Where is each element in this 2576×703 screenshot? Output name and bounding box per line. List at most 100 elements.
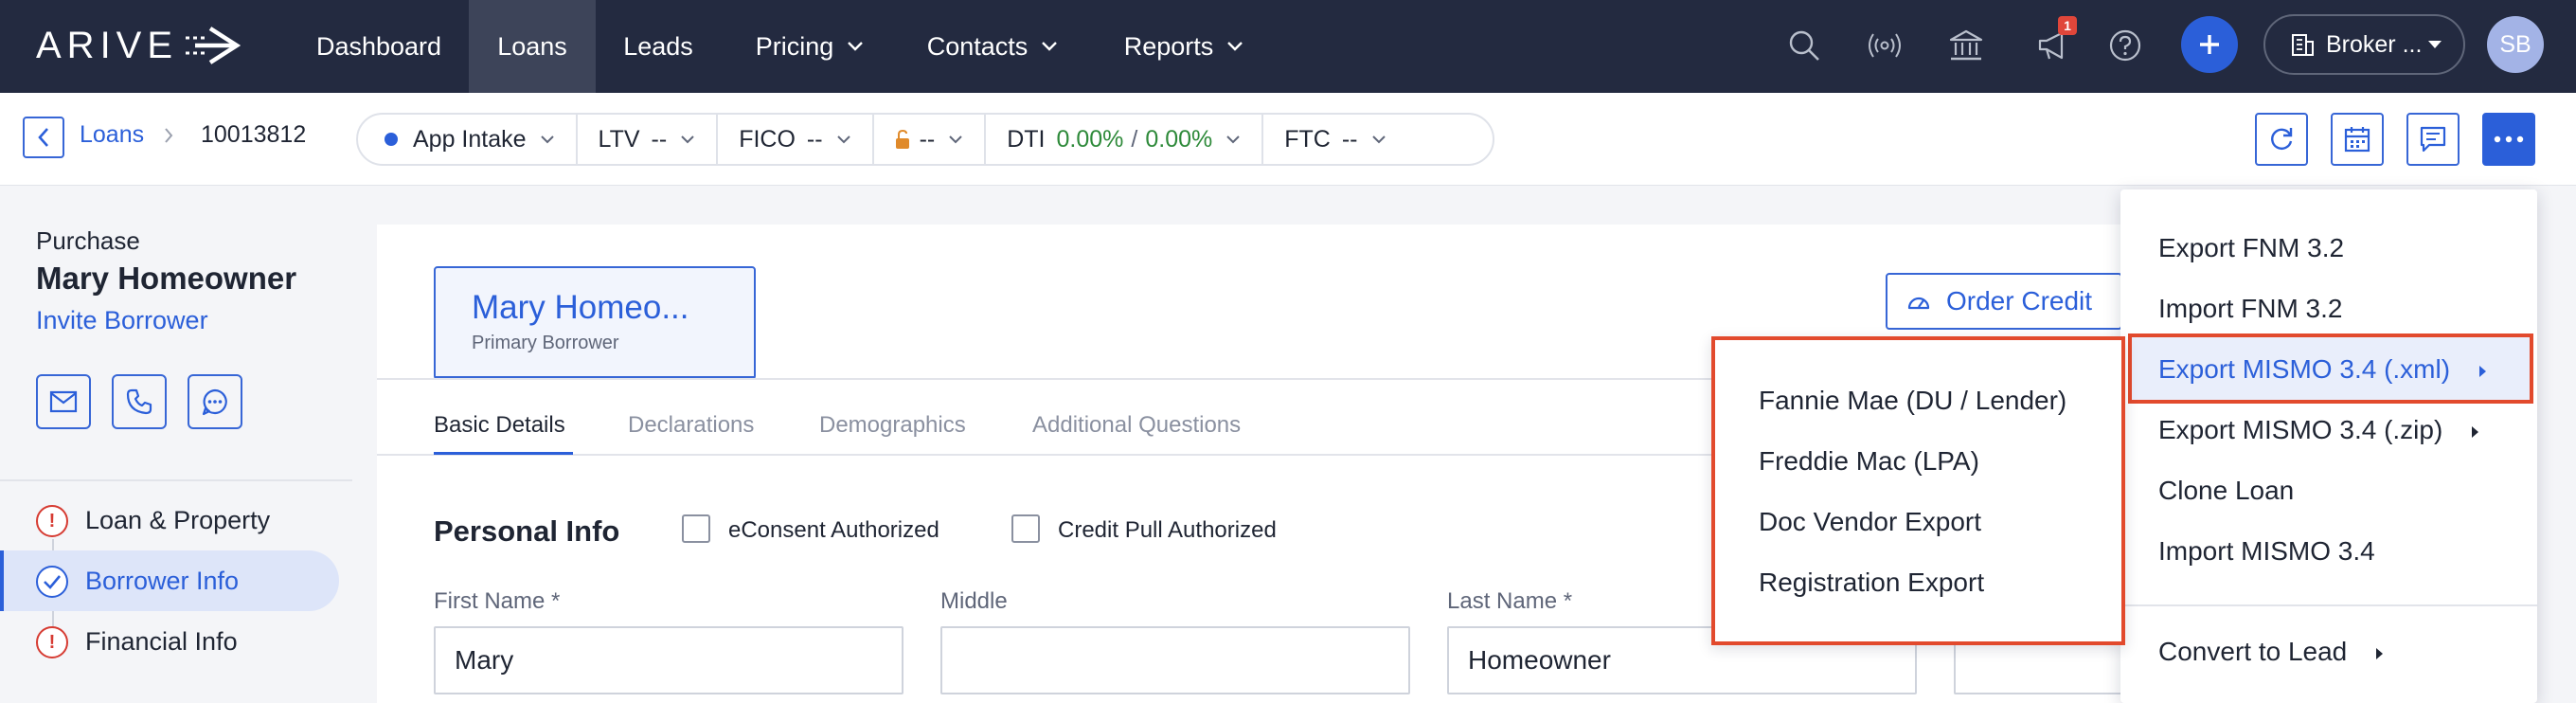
- nav-reports[interactable]: Reports: [1103, 0, 1264, 93]
- logo-text: ARIVE: [36, 24, 179, 66]
- more-actions-button[interactable]: [2482, 113, 2535, 166]
- comments-button[interactable]: [2406, 113, 2460, 166]
- chevron-left-icon: [38, 128, 48, 147]
- dti-separator: /: [1131, 125, 1138, 153]
- sidebar-item-label: Borrower Info: [85, 567, 240, 595]
- ltv-value: --: [651, 125, 668, 153]
- nav-pricing[interactable]: Pricing: [734, 0, 886, 93]
- calendar-icon: [2344, 127, 2370, 153]
- ftc-label: FTC: [1284, 125, 1331, 153]
- tab-demographics[interactable]: Demographics: [819, 412, 966, 439]
- chevron-down-icon: [1226, 135, 1240, 144]
- first-name-field[interactable]: Mary: [434, 626, 903, 694]
- chevron-down-icon: [540, 135, 554, 144]
- nav-dashboard[interactable]: Dashboard: [294, 0, 464, 93]
- nav-leads-label: Leads: [623, 31, 693, 61]
- nav-dashboard-label: Dashboard: [315, 31, 442, 61]
- borrower-card[interactable]: Mary Homeo... Primary Borrower: [434, 266, 756, 380]
- menu-item-import-fnm[interactable]: Import FNM 3.2: [2158, 294, 2342, 324]
- caret-right-icon: [2478, 365, 2486, 377]
- breadcrumb-loans[interactable]: Loans: [80, 121, 144, 149]
- broadcast-icon[interactable]: [1866, 27, 1904, 64]
- export-mismo-submenu: Fannie Mae (DU / Lender) Freddie Mac (LP…: [1711, 336, 2125, 645]
- broker-selector[interactable]: Broker ...: [2263, 14, 2465, 75]
- dti-pill[interactable]: DTI 0.00% / 0.00%: [986, 115, 1264, 164]
- menu-item-export-mismo-zip[interactable]: Export MISMO 3.4 (.zip): [2158, 415, 2479, 445]
- rate-lock-pill[interactable]: --: [874, 115, 987, 164]
- loan-purpose: Purchase: [36, 226, 140, 255]
- menu-item-label: Export MISMO 3.4 (.xml): [2158, 354, 2451, 384]
- calendar-button[interactable]: [2331, 113, 2384, 166]
- last-name-label: Last Name *: [1447, 588, 1573, 614]
- submenu-item-doc-vendor[interactable]: Doc Vendor Export: [1759, 507, 1981, 537]
- refresh-button[interactable]: [2255, 113, 2308, 166]
- tab-declarations[interactable]: Declarations: [628, 412, 754, 439]
- chat-button[interactable]: [188, 374, 242, 429]
- first-name-label: First Name *: [434, 588, 561, 614]
- credit-pull-checkbox[interactable]: [1011, 514, 1040, 543]
- menu-item-label: Export MISMO 3.4 (.zip): [2158, 415, 2443, 444]
- invite-borrower-link[interactable]: Invite Borrower: [36, 306, 208, 335]
- status-dot: [385, 133, 398, 146]
- unlocked-lock-icon: [895, 129, 909, 149]
- more-horizontal-icon: [2494, 135, 2524, 143]
- borrower-card-name: Mary Homeo...: [472, 289, 689, 326]
- comment-icon: [2420, 126, 2446, 153]
- call-button[interactable]: [112, 374, 167, 429]
- sidebar-item-label: Financial Info: [85, 627, 238, 656]
- submenu-item-fannie-mae[interactable]: Fannie Mae (DU / Lender): [1759, 386, 2066, 416]
- caret-down-icon: [2428, 41, 2442, 48]
- submenu-item-freddie-mac[interactable]: Freddie Mac (LPA): [1759, 446, 1979, 477]
- order-credit-button[interactable]: Order Credit: [1886, 273, 2122, 330]
- menu-divider: [2120, 604, 2537, 606]
- phone-icon: [126, 388, 152, 415]
- menu-item-export-fnm[interactable]: Export FNM 3.2: [2158, 233, 2344, 263]
- sidebar-item-borrower-info[interactable]: Borrower Info: [0, 550, 339, 611]
- building-icon: [2292, 34, 2314, 56]
- submenu-item-registration[interactable]: Registration Export: [1759, 568, 1984, 598]
- loan-subheader: Loans 10013812 App Intake LTV -- FICO --…: [0, 93, 2576, 186]
- email-button[interactable]: [36, 374, 91, 429]
- section-title: Personal Info: [434, 514, 620, 548]
- econsent-checkbox[interactable]: [682, 514, 710, 543]
- help-icon[interactable]: [2106, 27, 2144, 64]
- nav-loans[interactable]: Loans: [469, 0, 596, 93]
- create-new-button[interactable]: [2181, 16, 2238, 73]
- ltv-label: LTV: [598, 125, 640, 153]
- menu-item-import-mismo[interactable]: Import MISMO 3.4: [2158, 536, 2375, 567]
- middle-name-label: Middle: [940, 588, 1008, 614]
- dti-front-value: 0.00%: [1056, 125, 1124, 153]
- ftc-value: --: [1341, 125, 1358, 153]
- bank-icon[interactable]: [1947, 27, 1985, 64]
- menu-item-convert-to-lead[interactable]: Convert to Lead: [2158, 637, 2384, 667]
- ltv-pill[interactable]: LTV --: [578, 115, 719, 164]
- chevron-down-icon: [949, 135, 962, 144]
- menu-item-clone-loan[interactable]: Clone Loan: [2158, 476, 2294, 506]
- caret-right-icon: [2472, 425, 2479, 438]
- arive-logo[interactable]: ARIVE: [36, 23, 242, 68]
- search-icon[interactable]: [1785, 27, 1823, 64]
- order-credit-label: Order Credit: [1946, 286, 2093, 315]
- active-tab-indicator: [434, 452, 573, 455]
- check-circle-icon: [36, 566, 68, 598]
- econsent-label: eConsent Authorized: [728, 517, 939, 543]
- ftc-pill[interactable]: FTC --: [1263, 115, 1406, 164]
- nav-leads[interactable]: Leads: [606, 0, 710, 93]
- menu-item-export-mismo-xml[interactable]: Export MISMO 3.4 (.xml): [2158, 354, 2487, 385]
- middle-name-field[interactable]: [940, 626, 1410, 694]
- email-icon: [49, 390, 78, 413]
- fico-value: --: [806, 125, 823, 153]
- plus-icon: [2200, 35, 2219, 54]
- fico-label: FICO: [739, 125, 796, 153]
- fico-pill[interactable]: FICO --: [718, 115, 874, 164]
- user-avatar[interactable]: SB: [2487, 16, 2544, 73]
- loan-metrics-bar: App Intake LTV -- FICO -- -- DTI 0.00% /…: [356, 113, 1494, 166]
- tab-basic-details[interactable]: Basic Details: [434, 412, 565, 439]
- status-pill[interactable]: App Intake: [358, 115, 578, 164]
- broker-label: Broker ...: [2326, 30, 2423, 58]
- back-button[interactable]: [23, 117, 64, 158]
- nav-contacts[interactable]: Contacts: [907, 0, 1078, 93]
- tab-additional-questions[interactable]: Additional Questions: [1032, 412, 1241, 439]
- chevron-down-icon: [848, 42, 864, 51]
- caret-right-icon: [2376, 647, 2384, 659]
